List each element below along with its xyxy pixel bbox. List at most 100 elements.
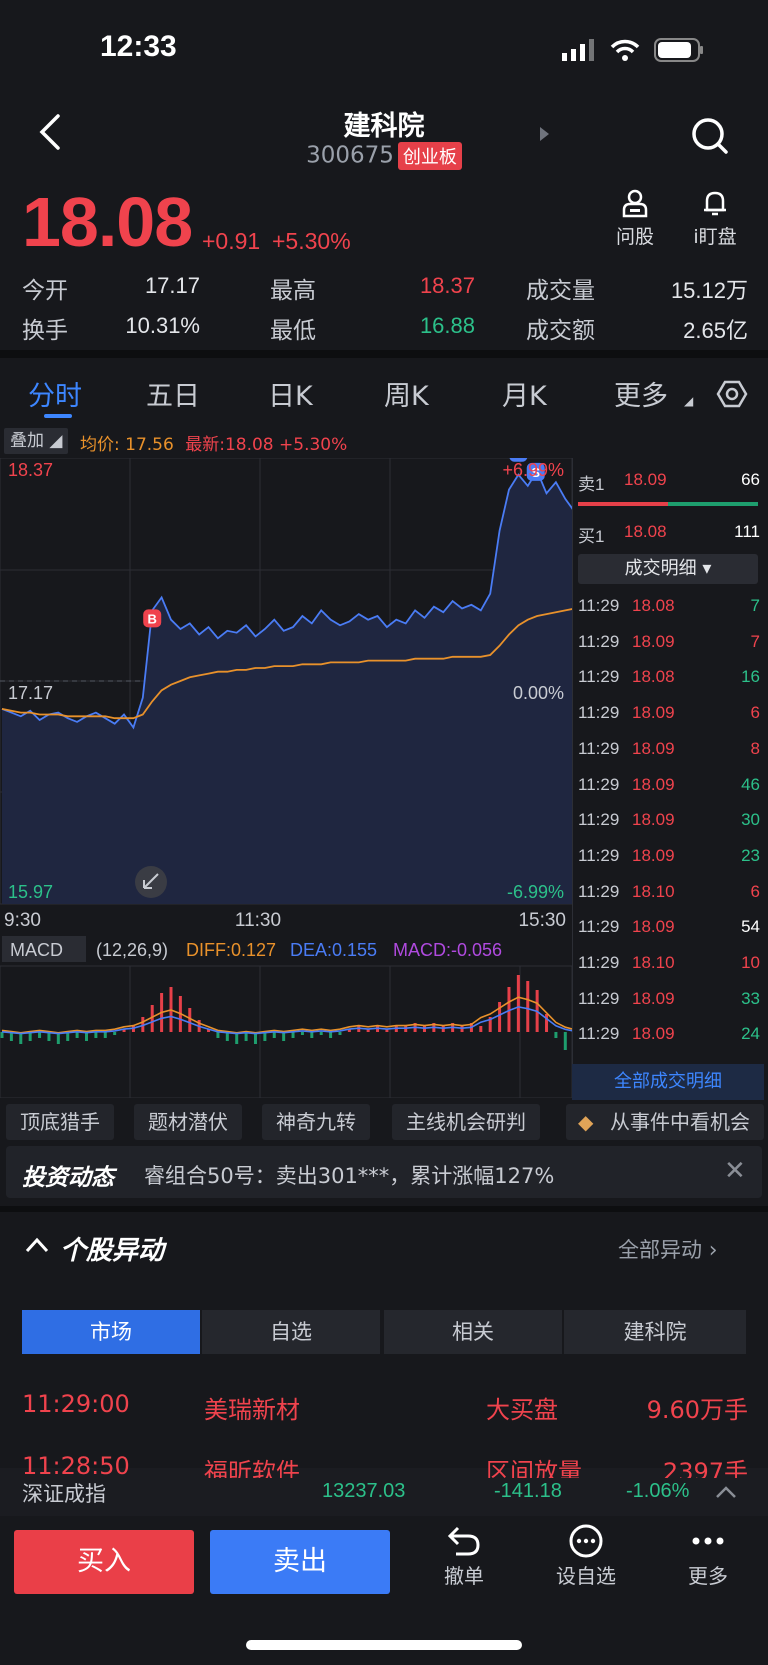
trade-detail-dropdown[interactable]: 成交明细 ▾ xyxy=(578,554,758,584)
divider xyxy=(0,1206,768,1212)
macd-bar xyxy=(188,1008,192,1032)
ask-stock-button[interactable]: 问股 xyxy=(600,188,670,249)
segment-2[interactable]: 相关 xyxy=(384,1310,562,1354)
segment-0[interactable]: 市场 xyxy=(22,1310,200,1354)
mover-time: 11:28:50 xyxy=(22,1452,130,1478)
macd-bar xyxy=(338,1032,342,1035)
diff-line xyxy=(1,996,572,1034)
trade-time: 11:29 xyxy=(578,738,620,758)
trade-price: 18.09 xyxy=(632,738,675,758)
macd-label: MACD xyxy=(10,940,63,960)
tab-5[interactable]: 更多 xyxy=(614,374,668,413)
stat-value: 17.17 xyxy=(144,273,200,298)
index-name: 深证成指 xyxy=(22,1482,106,1506)
macd-bar xyxy=(216,1032,220,1038)
close-icon[interactable]: ✕ xyxy=(724,1156,746,1186)
stat-label: 换手 xyxy=(22,318,68,344)
trade-marker-label: B xyxy=(148,611,157,626)
all-trade-detail-button[interactable]: 全部成交明细 xyxy=(572,1064,764,1100)
search-icon[interactable] xyxy=(690,116,730,156)
trade-price: 18.09 xyxy=(632,1024,675,1044)
trade-row: 11:29 18.09 7 xyxy=(578,632,760,668)
trade-price: 18.10 xyxy=(632,953,675,972)
all-movers-link[interactable]: 全部异动 › xyxy=(618,1234,718,1264)
trade-price: 18.09 xyxy=(632,774,675,794)
macd-label: DIFF:0.127 xyxy=(186,940,276,960)
segment-3[interactable]: 建科院 xyxy=(564,1310,746,1354)
battery-icon xyxy=(654,38,703,62)
board-tag: 创业板 xyxy=(397,142,462,170)
stat-label: 最高 xyxy=(270,278,316,304)
trade-row: 11:29 18.10 10 xyxy=(578,953,760,989)
bid-label: 买1 xyxy=(578,527,605,546)
tab-2[interactable]: 日K xyxy=(268,374,313,413)
next-stock-arrow-icon[interactable] xyxy=(540,127,549,141)
segment-1[interactable]: 自选 xyxy=(202,1310,380,1354)
all-movers-label: 全部异动 xyxy=(618,1238,702,1262)
trade-price: 18.09 xyxy=(632,631,675,651)
strategy-chip[interactable]: 题材潜伏 xyxy=(134,1104,242,1140)
trade-row: 11:29 18.09 23 xyxy=(578,846,760,882)
tab-1[interactable]: 五日 xyxy=(146,374,200,413)
trade-row: 11:29 18.09 6 xyxy=(578,703,760,739)
macd-bar xyxy=(38,1032,42,1038)
trade-qty: 54 xyxy=(741,917,760,937)
news-bar[interactable]: 投资动态 睿组合50号：卖出301***，累计涨幅127% ✕ xyxy=(6,1146,762,1198)
settings-hex-icon[interactable] xyxy=(716,378,748,410)
index-pct: -1.06% xyxy=(626,1480,690,1502)
trade-row: 11:29 18.10 6 xyxy=(578,882,760,918)
stat-value: 2.65亿 xyxy=(683,318,748,343)
macd-bar xyxy=(319,1032,323,1035)
signal-icon xyxy=(562,39,594,61)
strategy-chip[interactable]: 神奇九转 xyxy=(262,1104,370,1140)
collapse-chevron-up-icon[interactable] xyxy=(24,1236,50,1254)
x-axis-label: 15:30 xyxy=(518,910,566,931)
add-watchlist-label: 设自选 xyxy=(556,1564,616,1588)
mover-type: 区间放量 xyxy=(486,1458,582,1478)
sell-button[interactable]: 卖出 xyxy=(210,1530,390,1594)
tab-3[interactable]: 周K xyxy=(384,374,429,413)
mover-row[interactable]: 11:29:00 美瑞新材 大买盘 9.60万手 xyxy=(22,1390,748,1430)
mover-name: 美瑞新材 xyxy=(204,1396,300,1424)
axis-label: 18.37 xyxy=(8,460,53,480)
expand-chevron-up-icon[interactable] xyxy=(714,1484,738,1500)
strategy-chip[interactable]: 顶底猎手 xyxy=(6,1104,114,1140)
trade-qty: 7 xyxy=(750,631,760,651)
trade-price: 18.09 xyxy=(632,845,675,865)
strategy-chip[interactable]: 主线机会研判 xyxy=(392,1104,540,1140)
trade-price: 18.09 xyxy=(632,917,675,937)
trade-qty: 7 xyxy=(750,596,760,615)
bid-qty: 111 xyxy=(734,522,760,541)
tab-underline xyxy=(44,414,72,418)
tab-0[interactable]: 分时 xyxy=(28,374,82,413)
mover-amount: 2397手 xyxy=(662,1458,748,1478)
trade-qty: 6 xyxy=(750,881,760,901)
trade-price: 18.08 xyxy=(632,596,675,615)
trade-time: 11:29 xyxy=(578,953,620,972)
macd-label: MACD:-0.056 xyxy=(393,940,502,960)
mover-name: 福昕软件 xyxy=(204,1458,300,1478)
watch-button[interactable]: i盯盘 xyxy=(680,188,750,249)
intraday-chart[interactable]: BSS18.37+6.99%17.170.00%15.97-6.99%9:301… xyxy=(0,458,572,1098)
strategy-chip[interactable]: 从事件中看机会 ◆ xyxy=(566,1104,764,1140)
tab-4[interactable]: 月K xyxy=(502,374,547,413)
macd-bar xyxy=(291,1032,295,1038)
more-button[interactable]: 更多 xyxy=(668,1524,748,1589)
mover-row[interactable]: 11:28:50 福昕软件 区间放量 2397手 xyxy=(22,1452,748,1478)
cancel-order-button[interactable]: 撤单 xyxy=(424,1524,504,1589)
stat-value: 10.31% xyxy=(125,313,200,338)
add-watchlist-button[interactable]: 设自选 xyxy=(546,1524,626,1589)
chart-header-info: 均价: 17.56 最新:18.08 +5.30% xyxy=(80,430,347,455)
trade-qty: 10 xyxy=(741,953,760,972)
stat-label: 成交量 xyxy=(526,278,595,304)
ask-qty: 66 xyxy=(741,470,760,489)
strategy-chip-label: 神奇九转 xyxy=(276,1110,356,1134)
overlay-button[interactable]: 叠加 ◢ xyxy=(4,428,68,454)
bid-row: 买1 18.08 111 xyxy=(578,522,760,558)
trade-row: 11:29 18.09 33 xyxy=(578,989,760,1025)
strategy-chip-label: 主线机会研判 xyxy=(406,1110,526,1134)
strategy-chip-label: 题材潜伏 xyxy=(148,1110,228,1134)
macd-bar xyxy=(516,975,520,1032)
undo-icon xyxy=(447,1526,480,1556)
buy-button[interactable]: 买入 xyxy=(14,1530,194,1594)
